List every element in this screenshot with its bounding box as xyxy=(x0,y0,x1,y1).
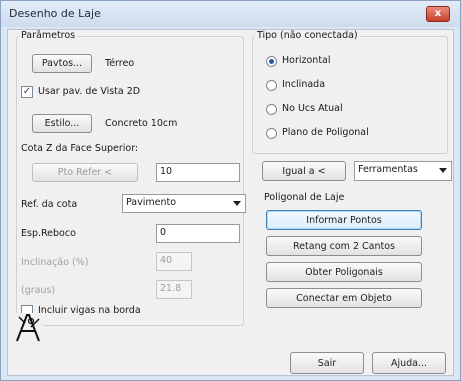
ref-cota-label: Ref. da cota xyxy=(21,199,78,210)
pavtos-value: Térreo xyxy=(105,58,135,69)
dialog-client: Parâmetros Pavtos... Térreo ✓ Usar pav. … xyxy=(7,29,454,376)
app-logo-icon xyxy=(15,313,43,343)
radio-horizontal[interactable] xyxy=(266,56,277,67)
radio-no-ucs-label: No Ucs Atual xyxy=(282,103,343,114)
params-legend: Parâmetros xyxy=(19,30,78,41)
radio-plano-poligonal-label: Plano de Poligonal xyxy=(282,127,369,138)
chevron-down-icon xyxy=(233,201,241,206)
inclinacao-label: Inclinação (%) xyxy=(21,257,89,268)
radio-horizontal-label: Horizontal xyxy=(282,55,331,66)
incluir-vigas-label: Incluir vigas na borda xyxy=(38,305,141,316)
cota-label: Cota Z da Face Superior: xyxy=(21,143,139,154)
ref-cota-select[interactable]: Pavimento xyxy=(122,194,246,213)
dialog-window: Desenho de Laje x Parâmetros Pavtos... T… xyxy=(0,0,461,381)
poligonal-label: Poligonal de Laje xyxy=(264,192,345,203)
ajuda-button[interactable]: Ajuda... xyxy=(372,352,446,374)
use-view-label: Usar pav. de Vista 2D xyxy=(38,86,141,97)
pto-refer-button: Pto Refer < xyxy=(32,163,138,182)
sair-button[interactable]: Sair xyxy=(290,352,364,374)
checkmark-icon: ✓ xyxy=(22,86,32,97)
radio-dot-icon xyxy=(269,59,274,64)
close-button[interactable]: x xyxy=(426,6,450,22)
estilo-button[interactable]: Estilo... xyxy=(32,114,92,133)
ferramentas-select[interactable]: Ferramentas xyxy=(354,161,452,181)
reboco-label: Esp.Reboco xyxy=(21,228,76,239)
use-view-checkbox[interactable]: ✓ xyxy=(21,86,33,98)
ferramentas-value: Ferramentas xyxy=(358,164,418,175)
reboco-input[interactable]: 0 xyxy=(156,224,240,243)
informar-pontos-button[interactable]: Informar Pontos xyxy=(266,210,422,230)
title-bar[interactable]: Desenho de Laje x xyxy=(1,1,460,27)
radio-inclinada[interactable] xyxy=(266,80,277,91)
chevron-down-icon xyxy=(439,168,447,173)
window-title: Desenho de Laje xyxy=(9,7,101,20)
conectar-objeto-button[interactable]: Conectar em Objeto xyxy=(266,288,422,308)
radio-plano-poligonal[interactable] xyxy=(266,128,277,139)
igual-button[interactable]: Igual a < xyxy=(262,161,346,181)
estilo-value: Concreto 10cm xyxy=(105,118,178,129)
cota-input[interactable]: 10 xyxy=(156,163,240,182)
tipo-legend: Tipo (não conectada) xyxy=(255,30,360,41)
close-icon: x xyxy=(434,8,442,19)
pavtos-button[interactable]: Pavtos... xyxy=(32,54,92,73)
ref-cota-value: Pavimento xyxy=(126,197,177,208)
inclinacao-input: 40 xyxy=(156,252,192,271)
graus-label: (graus) xyxy=(21,285,56,296)
radio-no-ucs[interactable] xyxy=(266,104,277,115)
retang-2-cantos-button[interactable]: Retang com 2 Cantos xyxy=(266,236,422,256)
graus-input: 21.8 xyxy=(156,280,192,299)
obter-poligonais-button[interactable]: Obter Poligonais xyxy=(266,262,422,282)
radio-inclinada-label: Inclinada xyxy=(282,79,326,90)
